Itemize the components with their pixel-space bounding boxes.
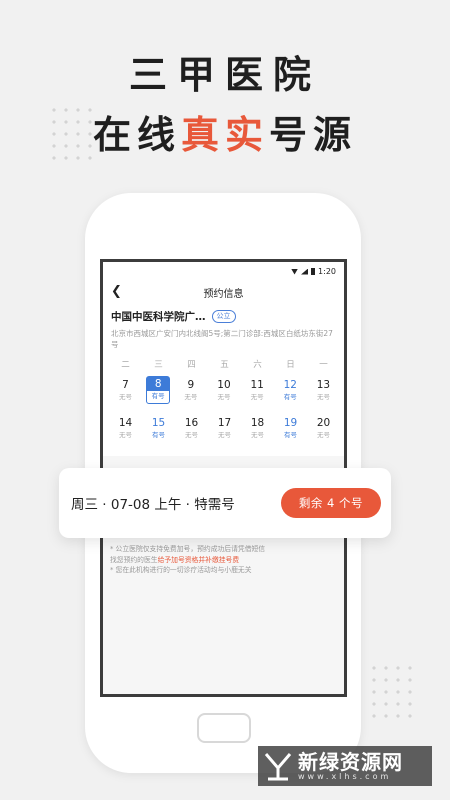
calendar-day[interactable]: 19 有号 [274,414,307,442]
day-number: 14 [118,417,133,429]
decorative-dots [368,662,414,722]
note-line2-text: 找您预约的医生 [110,555,158,564]
day-availability: 无号 [184,393,198,401]
day-number: 11 [250,379,264,391]
headline-line2: 在线真实号源 [0,104,450,159]
day-number: 13 [316,379,331,391]
calendar-row: 14 无号 15 有号 16 无号 17 无号 18 无号 19 有号 20 无号 [109,414,340,442]
day-number: 16 [184,417,199,429]
weekday-label: 一 [319,360,328,370]
day-availability: 有号 [152,431,165,439]
weekday-label: 五 [220,360,229,370]
day-availability: 无号 [218,431,231,439]
day-number: 8 [147,377,170,391]
day-availability: 无号 [250,393,264,401]
note-line1: * 公立医院仅支持免费加号，预约成功后请凭借短信 [110,545,266,553]
battery-icon [311,268,316,275]
nav-title: 预约信息 [203,288,244,300]
calendar-day[interactable]: 14 无号 [109,414,142,442]
day-number: 17 [217,417,232,429]
calendar-day[interactable]: 9 无号 [174,376,207,404]
watermark-url: www.xlhs.com [298,771,392,781]
status-bar: 1:20 [103,262,344,281]
day-availability: 有号 [151,392,165,400]
note-line2: 找您预约的医生给予加号资格并补缴挂号费 [110,555,337,566]
headline-line1: 三甲医院 [128,52,321,97]
back-arrow-icon[interactable]: ❮ [111,284,122,299]
day-availability: 无号 [316,393,330,401]
day-number: 10 [217,379,231,391]
signal-icon [301,268,309,275]
status-time: 1:20 [318,267,336,276]
day-availability: 无号 [251,431,264,439]
calendar: 7 无号 8 有号 9 无号 10 无号 11 无号 12 有号 13 无号 14 无号 15 有号 16 无号 17 无… [103,370,344,456]
notes: * 公立医院仅支持免费加号，预约成功后请凭借短信 找您预约的医生给予加号资格并补… [103,544,344,576]
watermark-name: 新绿资源网 [298,749,403,774]
day-number: 20 [316,417,331,429]
hospital-address: 北京市西城区广安门内北线阁5号;第二门诊部:西城区白纸坊东街27号 [111,329,333,349]
day-availability: 有号 [284,431,297,439]
weekday-label: 四 [187,360,196,370]
calendar-row: 7 无号 8 有号 9 无号 10 无号 11 无号 12 有号 13 无号 [109,376,340,404]
calendar-day[interactable]: 15 有号 [142,414,175,442]
weekday-label: 三 [154,360,163,370]
day-availability: 无号 [317,431,330,439]
calendar-day[interactable]: 8 有号 [146,376,171,404]
public-badge: 公立 [211,310,236,323]
calendar-day[interactable]: 13 无号 [307,376,340,404]
calendar-day[interactable]: 11 无号 [241,376,274,404]
calendar-day[interactable]: 16 无号 [175,414,208,442]
slot-card[interactable]: 周三 · 07-08 上午 · 特需号 剩余 4 个号 [59,468,391,538]
calendar-day[interactable]: 20 无号 [307,414,340,442]
day-number: 7 [122,379,129,391]
watermark-logo-icon [264,753,292,781]
calendar-day[interactable]: 17 无号 [208,414,241,442]
calendar-day[interactable]: 10 无号 [207,376,240,404]
day-availability: 无号 [119,393,132,401]
weekday-label: 二 [121,360,130,370]
weekday-label: 六 [253,360,262,370]
day-number: 18 [250,417,265,429]
wifi-icon [291,268,299,275]
weekday-label: 日 [286,360,295,370]
day-number: 12 [283,379,297,391]
day-availability: 无号 [185,431,198,439]
watermark: 新绿资源网 www.xlhs.com [258,746,432,786]
remaining-slots-button[interactable]: 剩余 4 个号 [280,488,381,518]
day-number: 9 [187,379,195,391]
note-line2-highlight: 给予加号资格并补缴挂号费 [157,555,240,564]
phone-home-button [197,713,251,743]
slot-info: 周三 · 07-08 上午 · 特需号 [71,497,235,513]
day-availability: 有号 [283,393,297,401]
day-availability: 无号 [217,393,231,401]
day-availability: 无号 [119,431,132,439]
day-number: 15 [151,417,166,429]
note-line3: * 您在此机构进行的一切诊疗活动均与小鹿无关 [110,566,252,574]
calendar-day[interactable]: 7 无号 [109,376,142,404]
headline-pre: 在线 [92,112,181,157]
day-number: 19 [283,417,298,429]
headline-accent: 真实 [180,112,269,157]
hospital-info: 中国中医科学院广… 公立 北京市西城区广安门内北线阁5号;第二门诊部:西城区白纸… [103,303,344,350]
calendar-day[interactable]: 18 无号 [241,414,274,442]
hospital-name[interactable]: 中国中医科学院广… [111,309,206,324]
calendar-day[interactable]: 12 有号 [274,376,307,404]
headline-post: 号源 [269,112,358,157]
nav-bar: ❮ 预约信息 [103,281,344,303]
weekday-header: 二三四五六日一 [103,350,344,370]
